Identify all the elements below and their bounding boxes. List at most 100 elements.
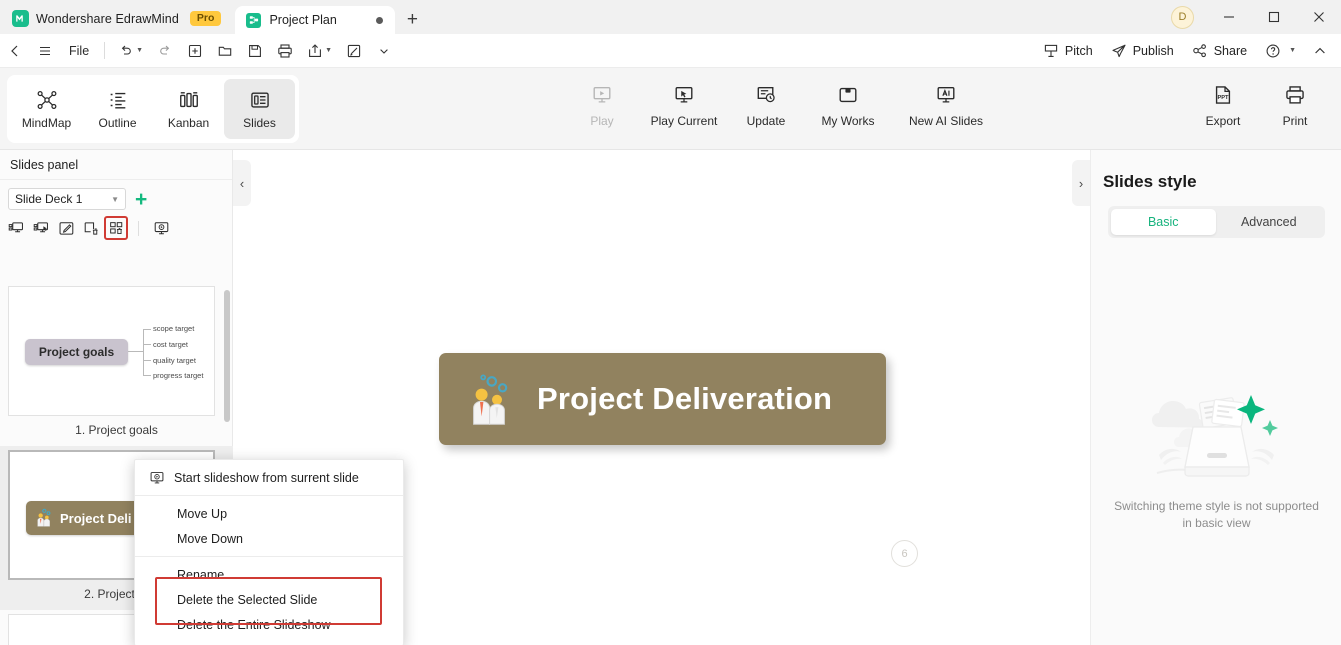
action-label-export: Export (1205, 114, 1241, 128)
create-slide-from-topic-icon[interactable] (4, 216, 28, 240)
action-play[interactable]: Play (566, 77, 638, 139)
undo-icon[interactable]: ▼ (111, 34, 150, 68)
slides-panel-toolbar (0, 214, 232, 242)
slide-thumbnail-item[interactable]: Project goals scope target cost target q… (0, 282, 233, 446)
more-commands-icon[interactable] (369, 34, 399, 68)
thumb-connector (143, 329, 144, 375)
slide-number-badge[interactable]: 6 (891, 540, 918, 567)
new-file-icon[interactable] (180, 34, 210, 68)
minimize-button[interactable] (1206, 0, 1251, 34)
action-label-my-works: My Works (821, 114, 875, 128)
create-slides-from-selected-icon[interactable] (29, 216, 53, 240)
context-menu-item-delete-entire-slideshow[interactable]: Delete the Entire Slideshow (135, 612, 403, 637)
edit-slide-icon[interactable] (54, 216, 78, 240)
share-button[interactable]: Share (1183, 34, 1256, 68)
empty-state-illustration (1091, 365, 1341, 490)
context-menu-item-rename[interactable]: Rename (135, 562, 403, 587)
new-tab-button[interactable]: + (395, 6, 429, 34)
action-my-works[interactable]: My Works (802, 77, 894, 139)
action-print[interactable]: Print (1259, 77, 1331, 139)
style-tab-group: Basic Advanced (1107, 206, 1325, 238)
thumb-node-text: Project Deli (60, 510, 132, 526)
action-update[interactable]: Update (730, 77, 802, 139)
hamburger-menu-icon[interactable] (30, 34, 60, 68)
context-menu-item-move-down[interactable]: Move Down (135, 526, 403, 551)
slideshow-icon (150, 471, 164, 483)
slide-deck-select[interactable]: Slide Deck 1 ▼ (8, 188, 126, 210)
pitch-button[interactable]: Pitch (1034, 34, 1102, 68)
thumb-connector (143, 329, 151, 330)
mode-label-outline: Outline (98, 115, 137, 130)
collapse-ribbon-button[interactable] (1305, 34, 1335, 68)
ribbon-right-group: PPT Export Print (1187, 77, 1331, 139)
chevron-down-icon[interactable]: ▼ (325, 47, 332, 54)
collapse-left-panel-button[interactable]: ‹ (233, 160, 251, 206)
app-brand: Wondershare EdrawMind Pro (0, 10, 231, 34)
close-button[interactable] (1296, 0, 1341, 34)
file-menu-button[interactable]: File (60, 34, 98, 68)
people-gears-icon (37, 508, 51, 527)
context-menu-label: Start slideshow from surrent slide (174, 470, 359, 485)
back-arrow-icon[interactable] (0, 34, 30, 68)
slide-topic-card[interactable]: Project Deliveration (439, 353, 886, 445)
open-file-icon[interactable] (210, 34, 240, 68)
slide-thumbnail-1[interactable]: Project goals scope target cost target q… (8, 286, 215, 416)
mode-label-slides: Slides (243, 115, 276, 130)
slides-actions-group: Play Play Current Update My Works New AI… (566, 77, 998, 139)
thumb-connector (143, 344, 151, 345)
publish-button[interactable]: Publish (1102, 34, 1183, 68)
delete-all-slides-icon[interactable] (104, 216, 128, 240)
maximize-button[interactable] (1251, 0, 1296, 34)
tab-advanced[interactable]: Advanced (1216, 209, 1322, 235)
help-button[interactable]: ▼ (1256, 34, 1305, 68)
print-icon[interactable] (270, 34, 300, 68)
add-slide-deck-button[interactable]: + (135, 189, 147, 210)
action-new-ai-slides[interactable]: New AI Slides (894, 77, 998, 139)
avatar[interactable]: D (1171, 5, 1194, 29)
edit-mode-icon[interactable] (339, 34, 369, 68)
thumb-node-label: Project goals (25, 339, 128, 365)
context-menu-item-delete-selected-slide[interactable]: Delete the Selected Slide (135, 587, 403, 612)
chevron-down-icon[interactable]: ▼ (136, 47, 143, 54)
context-menu-divider (135, 495, 403, 496)
quick-access-toolbar: File ▼ ▼ Pitch Publish Share ▼ (0, 34, 1341, 68)
mode-button-slides[interactable]: Slides (224, 79, 295, 139)
slide-deck-row: Slide Deck 1 ▼ + (0, 184, 232, 214)
action-label-update: Update (746, 114, 786, 128)
redo-icon[interactable] (150, 34, 180, 68)
tab-basic[interactable]: Basic (1110, 209, 1216, 235)
publish-label: Publish (1132, 43, 1174, 58)
collapse-right-panel-button[interactable]: › (1072, 160, 1090, 206)
quickbar-right-group: Pitch Publish Share ▼ (1034, 34, 1341, 68)
mode-button-outline[interactable]: Outline (82, 79, 153, 139)
slides-panel-scrollbar[interactable] (224, 290, 230, 422)
slide-deck-value: Slide Deck 1 (15, 192, 83, 206)
context-menu-item-move-up[interactable]: Move Up (135, 501, 403, 526)
thumb-connector (143, 360, 151, 361)
save-icon[interactable] (240, 34, 270, 68)
mode-button-mindmap[interactable]: MindMap (11, 79, 82, 139)
context-menu-item-start-slideshow[interactable]: Start slideshow from surrent slide (135, 465, 403, 490)
toolbar-divider (138, 220, 139, 236)
start-slideshow-icon[interactable] (149, 216, 173, 240)
unsaved-indicator-dot[interactable] (376, 16, 384, 24)
empty-state-message: Switching theme style is not supported i… (1114, 499, 1319, 530)
action-export[interactable]: PPT Export (1187, 77, 1259, 139)
app-name: Wondershare EdrawMind (36, 11, 179, 26)
action-play-current[interactable]: Play Current (638, 77, 730, 139)
pitch-label: Pitch (1064, 43, 1093, 58)
edrawmind-window: Wondershare EdrawMind Pro Project Plan +… (0, 0, 1341, 645)
document-tab-project-plan[interactable]: Project Plan (235, 6, 396, 34)
mode-button-kanban[interactable]: Kanban (153, 79, 224, 139)
action-label-print: Print (1282, 114, 1308, 128)
slide-context-menu[interactable]: Start slideshow from surrent slide Move … (134, 459, 404, 645)
thumbnail-frame: Project goals scope target cost target q… (0, 282, 233, 416)
delete-slide-icon[interactable] (79, 216, 103, 240)
chevron-down-icon[interactable]: ▼ (1289, 47, 1296, 54)
action-label-new-ai-slides: New AI Slides (908, 114, 984, 128)
thumb-leaf-label: quality target (153, 356, 196, 365)
slides-style-panel: Slides style Basic Advanced Switching th… (1090, 150, 1341, 645)
export-share-icon[interactable]: ▼ (300, 34, 339, 68)
slides-panel-title: Slides panel (0, 150, 232, 180)
context-menu-divider (135, 556, 403, 557)
